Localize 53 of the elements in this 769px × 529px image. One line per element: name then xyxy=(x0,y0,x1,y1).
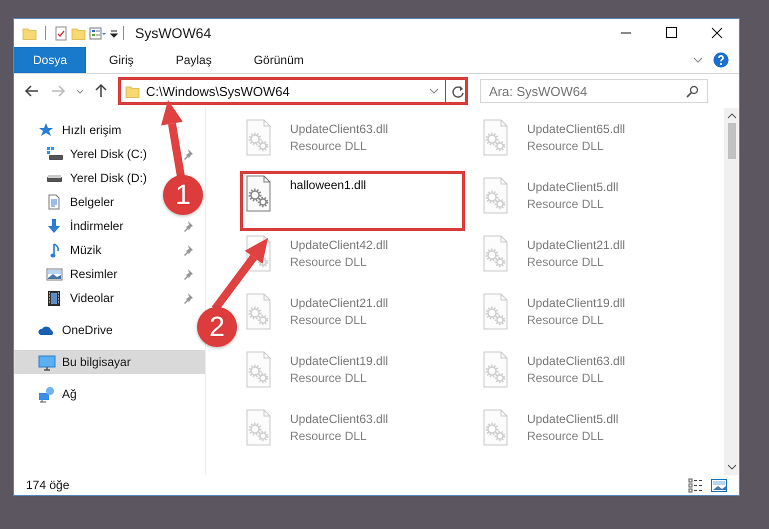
file-item[interactable]: UpdateClient21.dll Resource DLL xyxy=(477,231,702,289)
file-item[interactable]: UpdateClient63.dll Resource DLL xyxy=(240,405,465,463)
file-type: Resource DLL xyxy=(290,139,368,153)
file-name: UpdateClient19.dll xyxy=(290,354,388,368)
file-item[interactable]: UpdateClient5.dll Resource DLL xyxy=(477,405,702,463)
file-item[interactable]: UpdateClient19.dll Resource DLL xyxy=(240,347,465,405)
sidebar-item[interactable]: Resimler xyxy=(46,263,118,285)
file-item[interactable]: UpdateClient63.dll Resource DLL xyxy=(240,115,465,173)
file-item[interactable]: UpdateClient65.dll Resource DLL xyxy=(477,115,702,173)
sidebar-item[interactable]: Belgeler xyxy=(46,191,114,213)
file-name: UpdateClient21.dll xyxy=(290,296,388,310)
file-type: Resource DLL xyxy=(290,313,368,327)
file-name: UpdateClient63.dll xyxy=(527,354,626,368)
search-field[interactable]: Ara: SysWOW64 xyxy=(480,79,708,103)
ribbon-tab[interactable]: Görünüm xyxy=(234,47,323,73)
file-item[interactable]: UpdateClient5.dll Resource DLL xyxy=(477,173,702,231)
sidebar-item[interactable]: Yerel Disk (D:) xyxy=(46,167,147,189)
sidebar-item[interactable]: Yerel Disk (C:) xyxy=(46,143,147,165)
file-name: UpdateClient42.dll xyxy=(290,238,388,252)
sidebar-item[interactable]: Müzik xyxy=(46,239,102,261)
file-name: UpdateClient65.dll xyxy=(527,122,626,136)
sidebar-item[interactable]: İndirmeler xyxy=(46,215,124,237)
file-name: UpdateClient21.dll xyxy=(527,238,626,252)
file-type: Resource DLL xyxy=(290,429,368,443)
file-type: Resource DLL xyxy=(290,371,368,385)
file-name: UpdateClient63.dll xyxy=(290,122,388,136)
file-item[interactable]: UpdateClient19.dll Resource DLL xyxy=(477,289,702,347)
ribbon-tab[interactable]: Paylaş xyxy=(156,47,231,73)
file-item[interactable]: UpdateClient21.dll Resource DLL xyxy=(240,289,465,347)
file-type: Resource DLL xyxy=(527,371,605,385)
ribbon-tab[interactable]: Giriş xyxy=(90,47,153,73)
file-name: halloween1.dll xyxy=(290,178,366,192)
file-type: Resource DLL xyxy=(290,255,368,269)
file-type: Resource DLL xyxy=(527,313,605,327)
file-name: UpdateClient19.dll xyxy=(527,296,626,310)
file-name: UpdateClient63.dll xyxy=(290,412,388,426)
file-name: UpdateClient5.dll xyxy=(527,180,618,194)
file-type: Resource DLL xyxy=(527,197,605,211)
address-path: C:\Windows\SysWOW64 xyxy=(146,84,291,98)
item-count: 174 öğe xyxy=(26,478,70,492)
file-type: Resource DLL xyxy=(527,255,605,269)
file-item[interactable]: UpdateClient63.dll Resource DLL xyxy=(477,347,702,405)
address-bar[interactable]: C:\Windows\SysWOW64 xyxy=(118,77,468,105)
file-item[interactable]: halloween1.dll xyxy=(240,171,465,231)
file-name: UpdateClient5.dll xyxy=(527,412,618,426)
sidebar-item[interactable]: Ağ xyxy=(38,383,77,405)
sidebar-item[interactable]: Hızlı erişim xyxy=(38,119,122,141)
sidebar-item[interactable]: Videolar xyxy=(46,287,114,309)
file-type: Resource DLL xyxy=(527,429,605,443)
window-title: SysWOW64 xyxy=(135,25,212,41)
sidebar-item[interactable]: OneDrive xyxy=(38,319,113,341)
ribbon-tab[interactable]: Dosya xyxy=(14,47,86,73)
file-type: Resource DLL xyxy=(527,139,605,153)
